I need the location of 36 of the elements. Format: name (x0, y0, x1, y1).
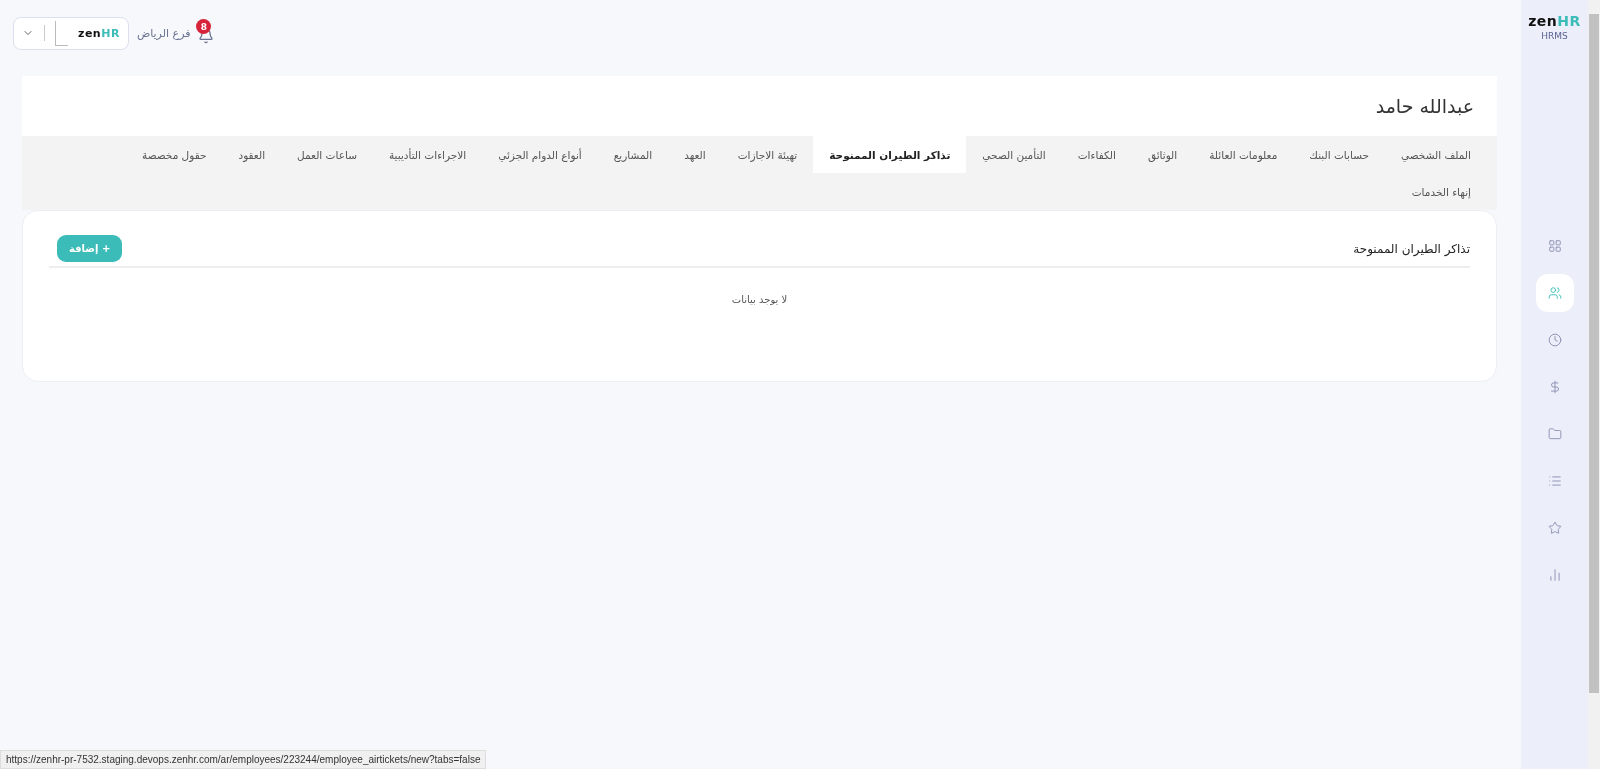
tab[interactable]: الوثائق (1131, 136, 1194, 173)
tab[interactable]: تهيئة الاجازات (721, 136, 814, 173)
tab[interactable]: حسابات البنك (1293, 136, 1385, 173)
broken-image-icon (55, 20, 68, 46)
tab[interactable]: الاجراءات التأديبية (372, 136, 483, 173)
tab[interactable]: إنهاء الخدمات (1395, 173, 1487, 210)
tab[interactable]: العهد (668, 136, 722, 173)
tab[interactable]: العقود (222, 136, 282, 173)
company-switcher[interactable]: zenHR (13, 16, 129, 50)
tab[interactable]: معلومات العائلة (1193, 136, 1294, 173)
tab[interactable]: التأمين الصحي (966, 136, 1062, 173)
clock-icon (1547, 333, 1562, 347)
tab[interactable]: تذاكر الطيران الممنوحة (813, 136, 967, 173)
folder-icon (1547, 427, 1562, 441)
tab[interactable]: الكفاءات (1061, 136, 1132, 173)
bar-chart-icon (1547, 568, 1562, 582)
tab[interactable]: أنواع الدوام الجزئي (482, 136, 598, 173)
list-icon (1547, 474, 1562, 488)
tab[interactable]: حقول مخصصة (126, 136, 223, 173)
tab[interactable]: الملف الشخصي (1385, 136, 1487, 173)
section-title: تذاكر الطيران الممنوحة (1353, 241, 1470, 256)
scrollbar[interactable] (1588, 0, 1600, 769)
tab[interactable]: المشاريع (597, 136, 669, 173)
company-logo: zenHR (78, 26, 120, 40)
notification-count: 8 (196, 19, 212, 34)
nav-button[interactable] (1535, 274, 1574, 312)
employee-name: عبدالله حامد (1375, 95, 1474, 117)
grid-icon (1547, 239, 1562, 253)
star-icon (1547, 521, 1562, 535)
app-subtitle: HRMS (1541, 31, 1568, 41)
people-icon (1547, 286, 1562, 300)
tab[interactable]: ساعات العمل (281, 136, 373, 173)
empty-message: لا يوجد بيانات (730, 294, 789, 305)
status-url: https://zenhr-pr-7532.staging.devops.zenhr.com/ar/employees/223244/employee_airtickets/new?tabs=false (0, 750, 487, 769)
branch-name: فرع الرياض (136, 26, 191, 40)
app-logo: zenHR (1528, 13, 1581, 29)
